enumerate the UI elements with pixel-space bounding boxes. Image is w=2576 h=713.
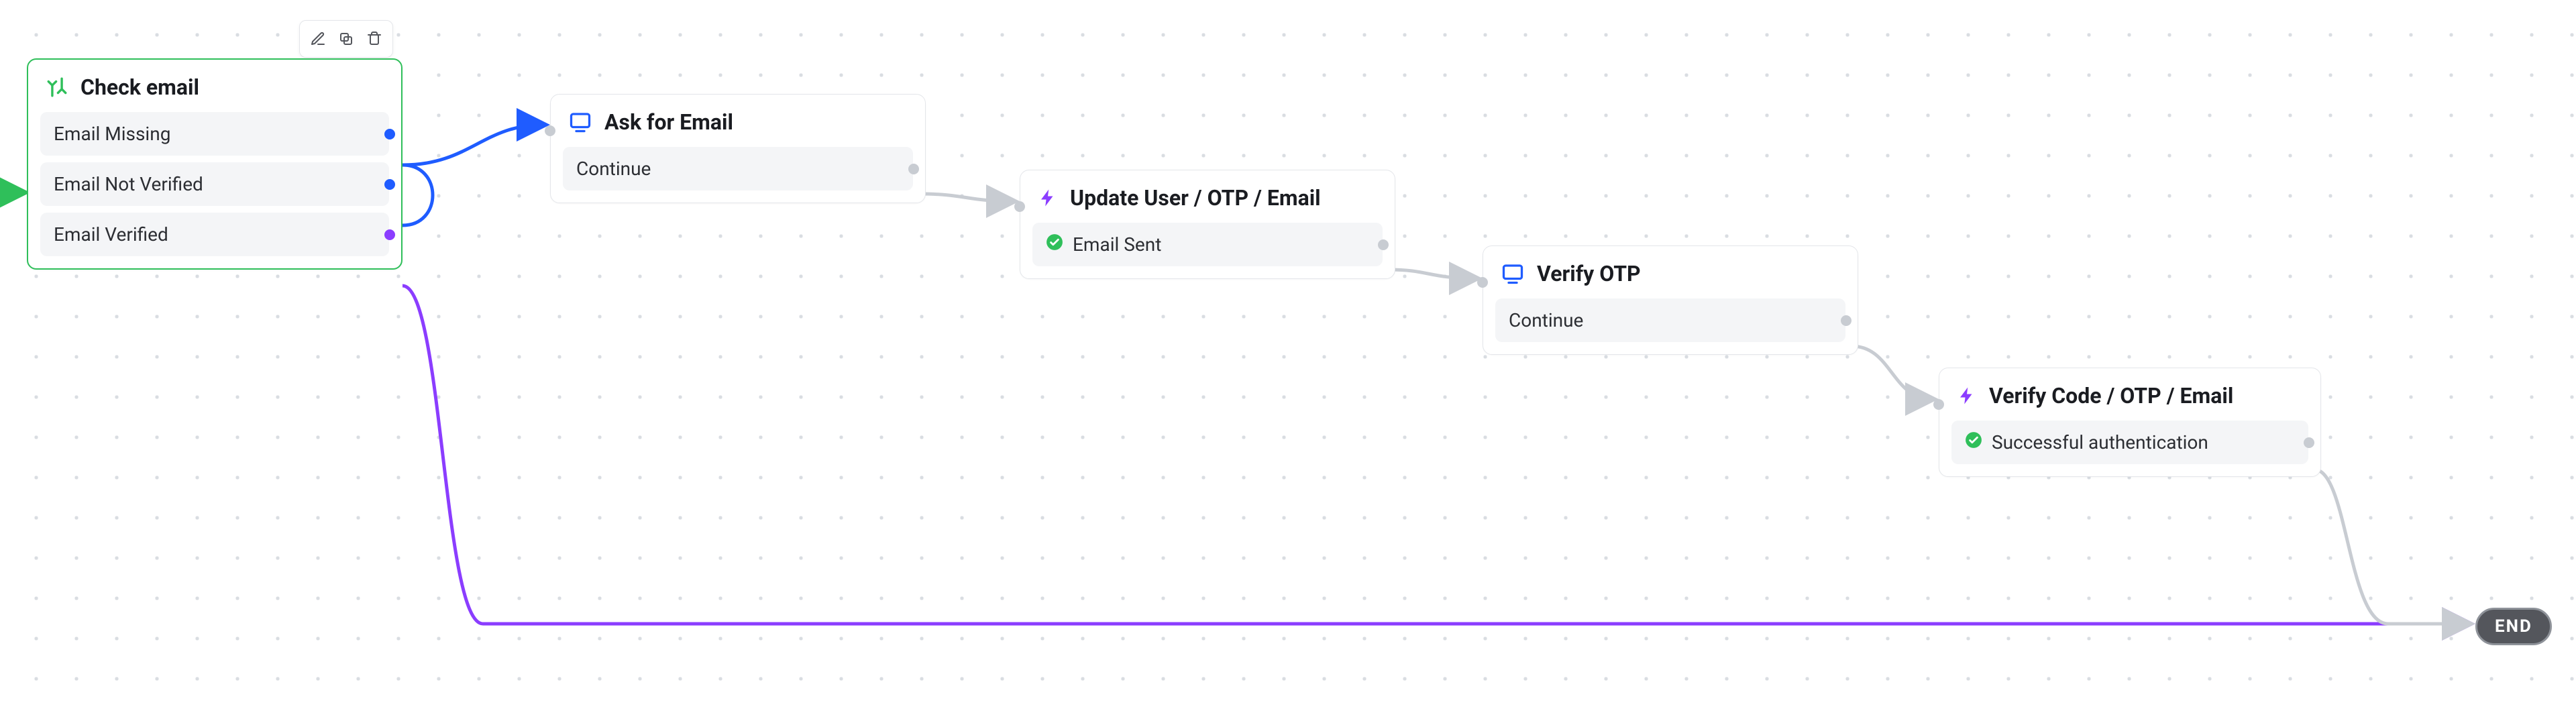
node-title: Verify Code / OTP / Email <box>1989 383 2233 408</box>
bolt-icon <box>1957 386 1977 406</box>
output-handle[interactable] <box>1841 315 1851 326</box>
input-handle[interactable] <box>1933 399 1944 410</box>
output-handle[interactable] <box>908 164 919 174</box>
output-handle[interactable] <box>384 179 395 190</box>
output-handle[interactable] <box>384 129 395 140</box>
node-toolbar <box>299 20 393 58</box>
delete-button[interactable] <box>360 25 388 53</box>
node-title: Check email <box>80 74 199 100</box>
input-handle[interactable] <box>1477 277 1488 288</box>
node-header: Verify Code / OTP / Email <box>1939 368 2320 421</box>
output-handle[interactable] <box>1378 239 1389 250</box>
node-header: Check email <box>28 60 401 112</box>
node-header: Verify OTP <box>1483 246 1858 298</box>
output-row[interactable]: Continue <box>1495 298 1845 342</box>
duplicate-button[interactable] <box>332 25 360 53</box>
screen-icon <box>1501 262 1525 286</box>
output-row[interactable]: Email Sent <box>1032 223 1383 266</box>
node-title: Verify OTP <box>1537 261 1641 286</box>
end-node[interactable]: END <box>2475 608 2552 645</box>
row-label: Email Not Verified <box>54 173 203 195</box>
output-handle[interactable] <box>2304 437 2314 448</box>
node-check-email[interactable]: Check email Email Missing Email Not Veri… <box>27 58 402 270</box>
branch-icon <box>46 76 68 99</box>
row-label: Continue <box>1509 309 1583 331</box>
branch-row[interactable]: Email Not Verified <box>40 162 389 206</box>
pencil-icon <box>310 31 326 47</box>
screen-icon <box>568 110 592 134</box>
row-label: Successful authentication <box>1992 431 2208 453</box>
input-handle[interactable] <box>545 125 555 136</box>
row-label: Email Missing <box>54 123 170 145</box>
node-title: Update User / OTP / Email <box>1070 185 1321 211</box>
output-handle[interactable] <box>384 229 395 240</box>
edit-button[interactable] <box>304 25 332 53</box>
trash-icon <box>366 31 382 47</box>
row-label: Continue <box>576 158 651 180</box>
output-row[interactable]: Continue <box>563 147 913 190</box>
node-header: Ask for Email <box>551 95 925 147</box>
node-header: Update User / OTP / Email <box>1020 170 1395 223</box>
row-label: Email Verified <box>54 223 168 245</box>
node-update-user[interactable]: Update User / OTP / Email Email Sent <box>1020 170 1395 279</box>
input-handle[interactable] <box>1014 201 1025 212</box>
node-ask-for-email[interactable]: Ask for Email Continue <box>550 94 926 203</box>
check-circle-icon <box>1046 233 1063 256</box>
bolt-icon <box>1038 188 1058 208</box>
output-row[interactable]: Successful authentication <box>1951 421 2308 464</box>
branch-row[interactable]: Email Missing <box>40 112 389 156</box>
copy-icon <box>338 31 354 47</box>
check-circle-icon <box>1965 431 1982 453</box>
node-verify-code[interactable]: Verify Code / OTP / Email Successful aut… <box>1939 368 2321 477</box>
node-title: Ask for Email <box>604 109 733 135</box>
end-label: END <box>2495 616 2532 637</box>
branch-row[interactable]: Email Verified <box>40 213 389 256</box>
node-verify-otp[interactable]: Verify OTP Continue <box>1483 245 1858 355</box>
row-label: Email Sent <box>1073 233 1161 256</box>
